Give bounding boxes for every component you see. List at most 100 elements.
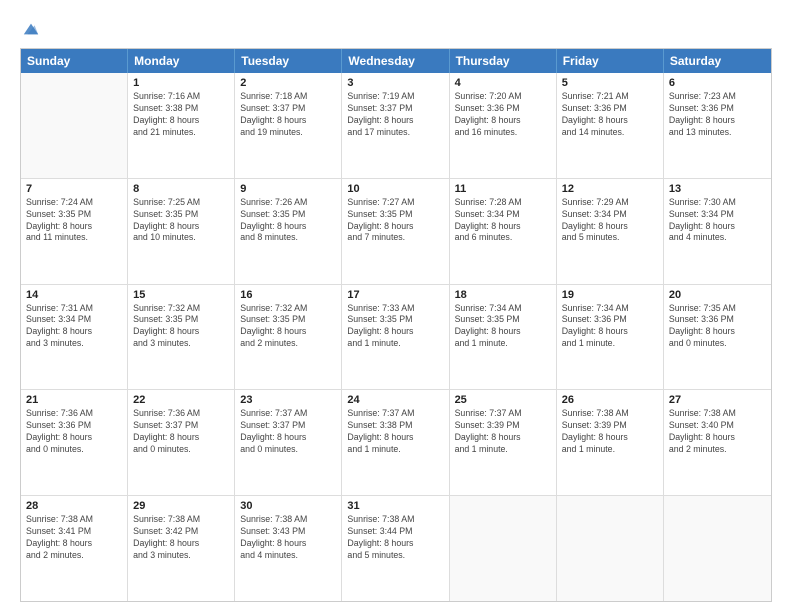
day-cell-11: 11Sunrise: 7:28 AM Sunset: 3:34 PM Dayli… [450, 179, 557, 284]
day-info: Sunrise: 7:21 AM Sunset: 3:36 PM Dayligh… [562, 91, 658, 139]
day-info: Sunrise: 7:36 AM Sunset: 3:37 PM Dayligh… [133, 408, 229, 456]
day-info: Sunrise: 7:18 AM Sunset: 3:37 PM Dayligh… [240, 91, 336, 139]
day-number: 8 [133, 183, 229, 195]
day-info: Sunrise: 7:35 AM Sunset: 3:36 PM Dayligh… [669, 303, 766, 351]
day-number: 15 [133, 289, 229, 301]
day-info: Sunrise: 7:38 AM Sunset: 3:44 PM Dayligh… [347, 514, 443, 562]
day-info: Sunrise: 7:36 AM Sunset: 3:36 PM Dayligh… [26, 408, 122, 456]
day-info: Sunrise: 7:26 AM Sunset: 3:35 PM Dayligh… [240, 197, 336, 245]
day-number: 19 [562, 289, 658, 301]
day-cell-2: 2 Sunrise: 7:18 AM Sunset: 3:37 PM Daylig… [235, 73, 342, 178]
day-number: 27 [669, 394, 766, 406]
day-info: Sunrise: 7:25 AM Sunset: 3:35 PM Dayligh… [133, 197, 229, 245]
day-cell-10: 10 Sunrise: 7:27 AM Sunset: 3:35 PM Dayli… [342, 179, 449, 284]
day-number: 7 [26, 183, 122, 195]
day-info: Sunrise: 7:28 AM Sunset: 3:34 PM Dayligh… [455, 197, 551, 245]
day-info: Sunrise: 7:38 AM Sunset: 3:39 PM Dayligh… [562, 408, 658, 456]
header-day-tuesday: Tuesday [235, 49, 342, 73]
day-number: 18 [455, 289, 551, 301]
day-number: 13 [669, 183, 766, 195]
day-cell-12: 12 Sunrise: 7:29 AM Sunset: 3:34 PM Dayli… [557, 179, 664, 284]
day-info: Sunrise: 7:38 AM Sunset: 3:40 PM Dayligh… [669, 408, 766, 456]
day-cell-31: 31 Sunrise: 7:38 AM Sunset: 3:44 PM Dayli… [342, 496, 449, 601]
day-number: 1 [133, 77, 229, 89]
day-number: 23 [240, 394, 336, 406]
day-number: 28 [26, 500, 122, 512]
day-cell-25: 25 Sunrise: 7:37 AM Sunset: 3:39 PM Dayli… [450, 390, 557, 495]
header-day-saturday: Saturday [664, 49, 771, 73]
day-info: Sunrise: 7:38 AM Sunset: 3:43 PM Dayligh… [240, 514, 336, 562]
day-cell-22: 22 Sunrise: 7:36 AM Sunset: 3:37 PM Dayli… [128, 390, 235, 495]
day-info: Sunrise: 7:37 AM Sunset: 3:38 PM Dayligh… [347, 408, 443, 456]
day-info: Sunrise: 7:24 AM Sunset: 3:35 PM Dayligh… [26, 197, 122, 245]
day-info: Sunrise: 7:16 AM Sunset: 3:38 PM Dayligh… [133, 91, 229, 139]
empty-cell-0-0 [21, 73, 128, 178]
day-number: 31 [347, 500, 443, 512]
day-cell-13: 13 Sunrise: 7:30 AM Sunset: 3:34 PM Dayli… [664, 179, 771, 284]
day-cell-26: 26 Sunrise: 7:38 AM Sunset: 3:39 PM Dayli… [557, 390, 664, 495]
day-info: Sunrise: 7:34 AM Sunset: 3:35 PM Dayligh… [455, 303, 551, 351]
day-number: 2 [240, 77, 336, 89]
calendar: SundayMondayTuesdayWednesdayThursdayFrid… [20, 48, 772, 602]
header-day-friday: Friday [557, 49, 664, 73]
day-info: Sunrise: 7:38 AM Sunset: 3:41 PM Dayligh… [26, 514, 122, 562]
day-cell-1: 1 Sunrise: 7:16 AM Sunset: 3:38 PM Daylig… [128, 73, 235, 178]
day-number: 9 [240, 183, 336, 195]
calendar-row-3: 21 Sunrise: 7:36 AM Sunset: 3:36 PM Dayli… [21, 389, 771, 495]
logo [20, 18, 40, 38]
day-cell-7: 7 Sunrise: 7:24 AM Sunset: 3:35 PM Daylig… [21, 179, 128, 284]
day-number: 20 [669, 289, 766, 301]
day-cell-18: 18 Sunrise: 7:34 AM Sunset: 3:35 PM Dayli… [450, 285, 557, 390]
day-cell-6: 6 Sunrise: 7:23 AM Sunset: 3:36 PM Daylig… [664, 73, 771, 178]
calendar-row-4: 28 Sunrise: 7:38 AM Sunset: 3:41 PM Dayli… [21, 495, 771, 601]
day-cell-19: 19Sunrise: 7:34 AM Sunset: 3:36 PM Dayli… [557, 285, 664, 390]
day-info: Sunrise: 7:29 AM Sunset: 3:34 PM Dayligh… [562, 197, 658, 245]
day-cell-16: 16 Sunrise: 7:32 AM Sunset: 3:35 PM Dayli… [235, 285, 342, 390]
day-cell-29: 29Sunrise: 7:38 AM Sunset: 3:42 PM Dayli… [128, 496, 235, 601]
day-info: Sunrise: 7:19 AM Sunset: 3:37 PM Dayligh… [347, 91, 443, 139]
day-info: Sunrise: 7:20 AM Sunset: 3:36 PM Dayligh… [455, 91, 551, 139]
day-cell-17: 17 Sunrise: 7:33 AM Sunset: 3:35 PM Dayli… [342, 285, 449, 390]
day-number: 3 [347, 77, 443, 89]
day-info: Sunrise: 7:32 AM Sunset: 3:35 PM Dayligh… [133, 303, 229, 351]
day-info: Sunrise: 7:37 AM Sunset: 3:39 PM Dayligh… [455, 408, 551, 456]
day-cell-3: 3 Sunrise: 7:19 AM Sunset: 3:37 PM Daylig… [342, 73, 449, 178]
day-cell-8: 8 Sunrise: 7:25 AM Sunset: 3:35 PM Daylig… [128, 179, 235, 284]
day-number: 22 [133, 394, 229, 406]
calendar-row-0: 1 Sunrise: 7:16 AM Sunset: 3:38 PM Daylig… [21, 73, 771, 178]
empty-cell-4-6 [664, 496, 771, 601]
day-info: Sunrise: 7:23 AM Sunset: 3:36 PM Dayligh… [669, 91, 766, 139]
day-cell-5: 5 Sunrise: 7:21 AM Sunset: 3:36 PM Daylig… [557, 73, 664, 178]
day-info: Sunrise: 7:32 AM Sunset: 3:35 PM Dayligh… [240, 303, 336, 351]
day-number: 30 [240, 500, 336, 512]
day-number: 12 [562, 183, 658, 195]
calendar-row-2: 14Sunrise: 7:31 AM Sunset: 3:34 PM Dayli… [21, 284, 771, 390]
day-info: Sunrise: 7:33 AM Sunset: 3:35 PM Dayligh… [347, 303, 443, 351]
header [20, 18, 772, 38]
day-cell-14: 14Sunrise: 7:31 AM Sunset: 3:34 PM Dayli… [21, 285, 128, 390]
day-number: 24 [347, 394, 443, 406]
day-number: 25 [455, 394, 551, 406]
day-number: 26 [562, 394, 658, 406]
day-info: Sunrise: 7:27 AM Sunset: 3:35 PM Dayligh… [347, 197, 443, 245]
day-number: 21 [26, 394, 122, 406]
day-number: 17 [347, 289, 443, 301]
calendar-row-1: 7 Sunrise: 7:24 AM Sunset: 3:35 PM Daylig… [21, 178, 771, 284]
day-cell-30: 30 Sunrise: 7:38 AM Sunset: 3:43 PM Dayli… [235, 496, 342, 601]
calendar-body: 1 Sunrise: 7:16 AM Sunset: 3:38 PM Daylig… [21, 73, 771, 601]
header-day-monday: Monday [128, 49, 235, 73]
day-cell-28: 28 Sunrise: 7:38 AM Sunset: 3:41 PM Dayli… [21, 496, 128, 601]
day-info: Sunrise: 7:31 AM Sunset: 3:34 PM Dayligh… [26, 303, 122, 351]
logo-icon [22, 20, 40, 38]
header-day-wednesday: Wednesday [342, 49, 449, 73]
day-number: 16 [240, 289, 336, 301]
empty-cell-4-4 [450, 496, 557, 601]
day-number: 29 [133, 500, 229, 512]
page: SundayMondayTuesdayWednesdayThursdayFrid… [0, 0, 792, 612]
day-number: 5 [562, 77, 658, 89]
day-info: Sunrise: 7:30 AM Sunset: 3:34 PM Dayligh… [669, 197, 766, 245]
day-cell-23: 23 Sunrise: 7:37 AM Sunset: 3:37 PM Dayli… [235, 390, 342, 495]
day-number: 6 [669, 77, 766, 89]
day-info: Sunrise: 7:37 AM Sunset: 3:37 PM Dayligh… [240, 408, 336, 456]
day-number: 10 [347, 183, 443, 195]
